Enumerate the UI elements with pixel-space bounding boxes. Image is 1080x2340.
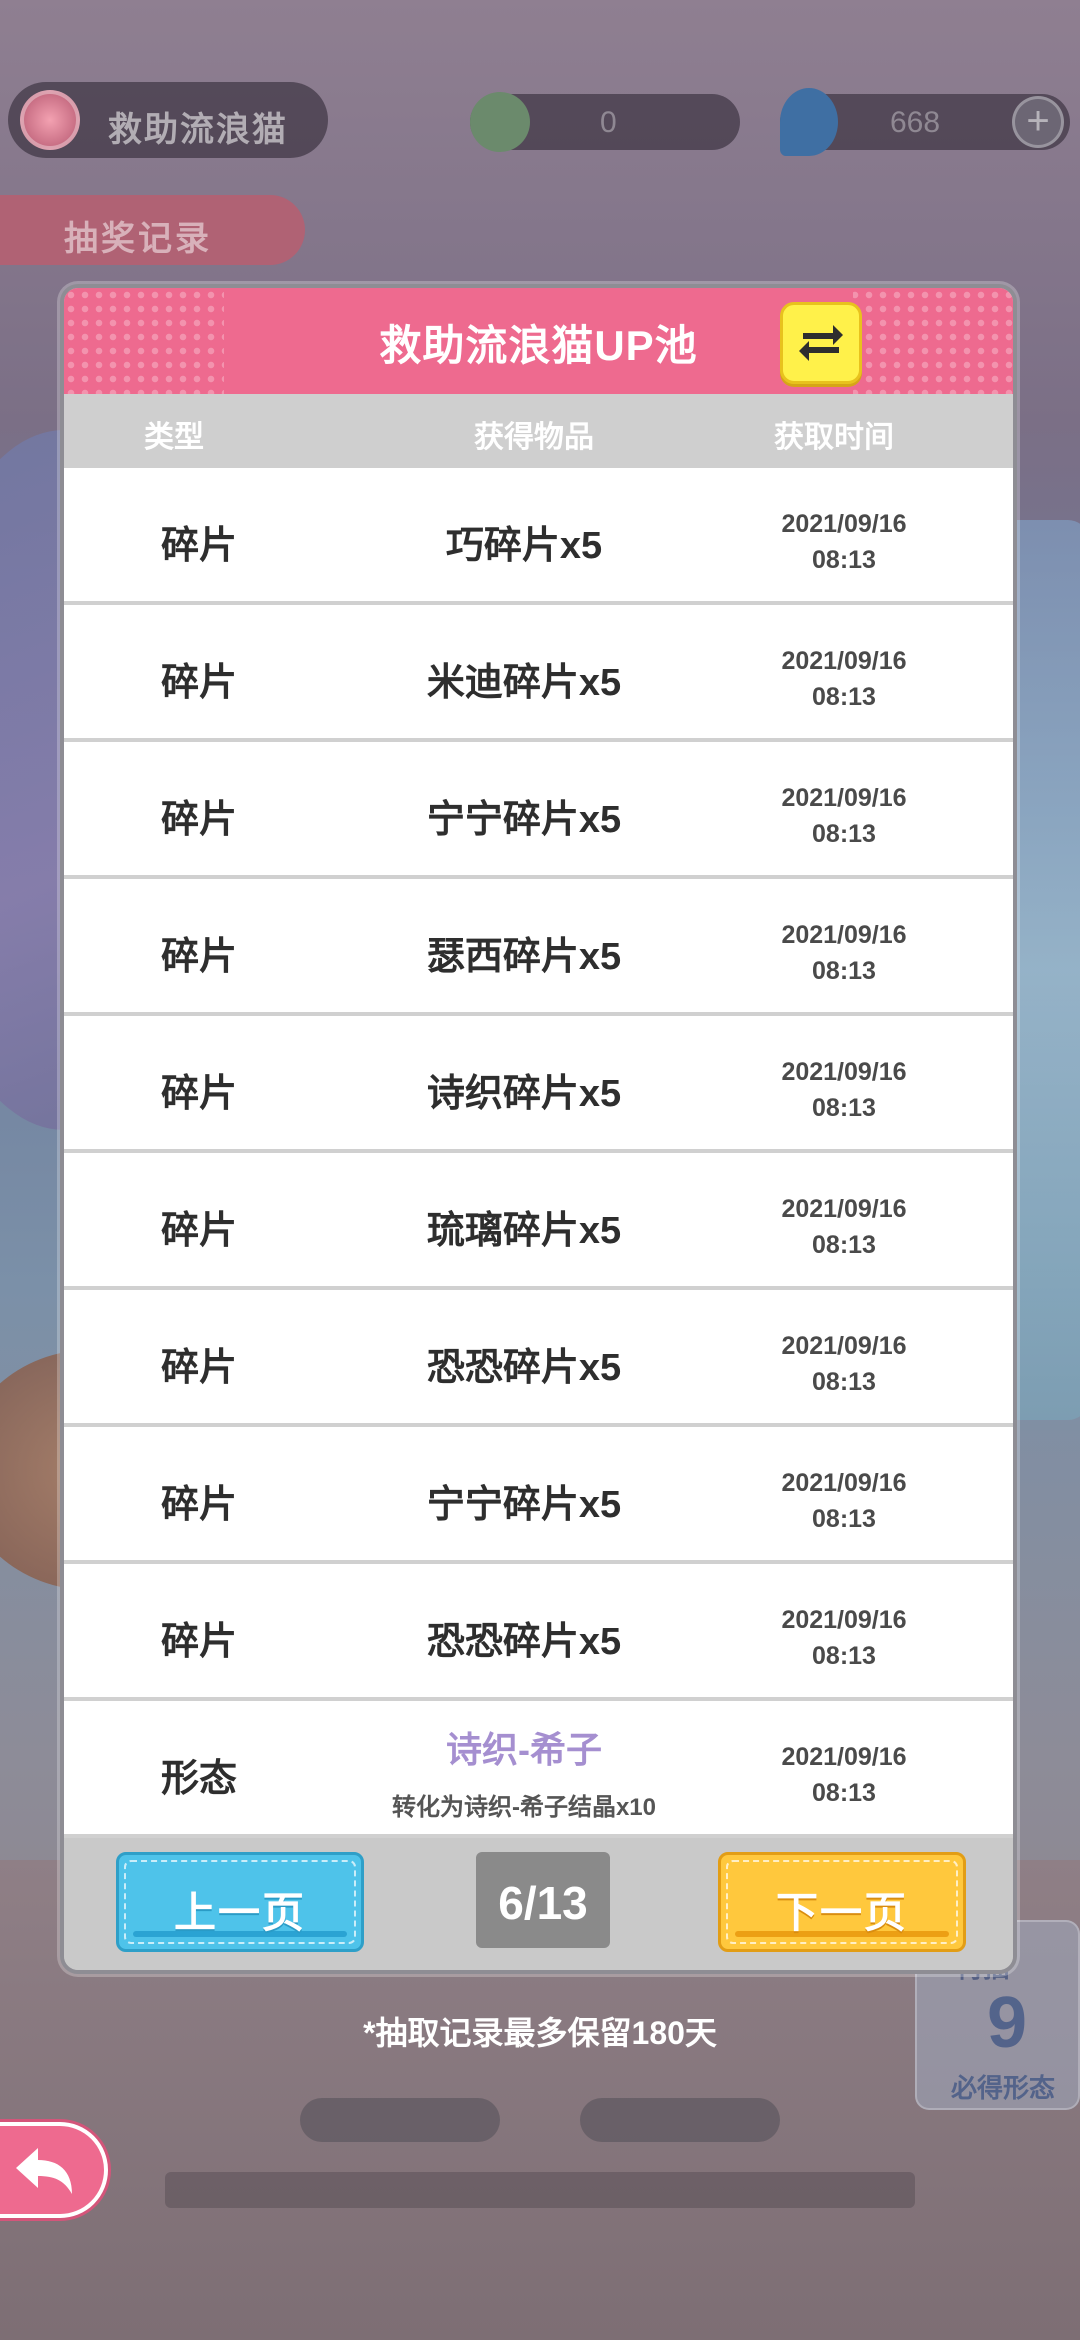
row-type: 碎片 <box>160 662 237 704</box>
row-item: 琉璃碎片x5 <box>426 1210 622 1252</box>
row-item: 宁宁碎片x5 <box>426 1484 622 1526</box>
table-header: 类型 获得物品 获取时间 <box>64 394 1013 468</box>
gem-icon <box>780 88 838 156</box>
row-type: 碎片 <box>160 936 237 978</box>
event-avatar-icon <box>20 90 80 150</box>
row-type: 碎片 <box>160 1621 237 1663</box>
switch-pool-button[interactable] <box>780 302 862 384</box>
row-time: 2021/09/16 08:13 <box>781 784 907 848</box>
table-row: 碎片 恐恐碎片x5 2021/09/16 08:13 <box>64 1290 1013 1427</box>
row-time: 2021/09/16 08:13 <box>781 921 907 985</box>
back-button[interactable] <box>0 2122 108 2218</box>
table-row: 碎片 瑟西碎片x5 2021/09/16 08:13 <box>64 879 1013 1016</box>
table-row: 碎片 宁宁碎片x5 2021/09/16 08:13 <box>64 1427 1013 1564</box>
row-time: 2021/09/16 08:13 <box>781 1743 907 1807</box>
row-item: 诗织碎片x5 <box>426 1073 622 1115</box>
row-item: 米迪碎片x5 <box>426 662 622 704</box>
row-item: 宁宁碎片x5 <box>426 799 622 841</box>
column-header-type: 类型 <box>144 421 204 454</box>
row-type: 形态 <box>160 1758 237 1800</box>
row-form-conversion: 转化为诗织-希子结晶x10 <box>391 1794 657 1821</box>
resource-counter-2[interactable]: 668 + <box>780 88 1070 156</box>
next-page-button[interactable]: 下一页 <box>718 1852 966 1952</box>
row-time: 2021/09/16 08:13 <box>781 1469 907 1533</box>
background-cost-bar <box>300 2098 500 2142</box>
page-indicator-text: 6/13 <box>498 1877 588 1929</box>
event-title: 救助流浪猫 <box>108 111 288 149</box>
resource-value-1: 0 <box>600 106 617 139</box>
row-type: 碎片 <box>160 1484 237 1526</box>
guarantee-bottom-text: 必得形态 <box>951 2073 1056 2103</box>
row-item: 恐恐碎片x5 <box>426 1621 622 1663</box>
row-type: 碎片 <box>160 799 237 841</box>
row-time: 2021/09/16 08:13 <box>781 1332 907 1396</box>
event-title-pill[interactable]: 救助流浪猫 <box>8 82 328 158</box>
table-row: 碎片 米迪碎片x5 2021/09/16 08:13 <box>64 605 1013 742</box>
row-type: 碎片 <box>160 525 237 567</box>
row-time: 2021/09/16 08:13 <box>781 510 907 574</box>
back-arrow-icon <box>16 2148 72 2194</box>
prev-page-label: 上一页 <box>173 1889 306 1936</box>
row-type: 碎片 <box>160 1210 237 1252</box>
resource-counter-1[interactable]: 0 <box>470 92 740 152</box>
table-row: 碎片 宁宁碎片x5 2021/09/16 08:13 <box>64 742 1013 879</box>
row-type: 碎片 <box>160 1073 237 1115</box>
background-cost-bar <box>580 2098 780 2142</box>
row-item: 巧碎片x5 <box>445 525 603 567</box>
dialog-title: 救助流浪猫UP池 <box>379 322 698 369</box>
pagination-bar: 上一页 6/13 下一页 <box>64 1838 1013 1970</box>
column-header-time: 获取时间 <box>774 421 894 454</box>
next-page-label: 下一页 <box>775 1889 908 1936</box>
currency-icon <box>470 92 530 152</box>
row-type: 碎片 <box>160 1347 237 1389</box>
row-item: 恐恐碎片x5 <box>426 1347 622 1389</box>
history-tab[interactable]: 抽奖记录 <box>0 195 305 265</box>
row-time: 2021/09/16 08:13 <box>781 1606 907 1670</box>
row-item: 瑟西碎片x5 <box>426 936 622 978</box>
table-row: 碎片 琉璃碎片x5 2021/09/16 08:13 <box>64 1153 1013 1290</box>
background-disclaimer <box>165 2172 915 2208</box>
draw-history-dialog: 救助流浪猫UP池 类型 获得物品 获取时间 碎片 巧碎片x5 2021/09/1… <box>60 284 1017 1974</box>
row-time: 2021/09/16 08:13 <box>781 1058 907 1122</box>
prev-page-button[interactable]: 上一页 <box>116 1852 364 1952</box>
page-indicator: 6/13 <box>476 1852 610 1948</box>
history-list[interactable]: 碎片 巧碎片x5 2021/09/16 08:13 碎片 米迪碎片x5 2021/… <box>64 468 1013 1838</box>
column-header-item: 获得物品 <box>474 421 594 454</box>
row-form-name: 诗织-希子 <box>446 1729 602 1770</box>
table-row: 碎片 恐恐碎片x5 2021/09/16 08:13 <box>64 1564 1013 1701</box>
table-row: 碎片 诗织碎片x5 2021/09/16 08:13 <box>64 1016 1013 1153</box>
row-time: 2021/09/16 08:13 <box>781 647 907 711</box>
add-currency-button[interactable]: + <box>1012 96 1064 148</box>
retention-note: *抽取记录最多保留180天 <box>363 2015 717 2051</box>
resource-value-2: 668 <box>890 106 941 139</box>
history-tab-label: 抽奖记录 <box>64 220 212 258</box>
table-row: 碎片 巧碎片x5 2021/09/16 08:13 <box>64 468 1013 605</box>
row-time: 2021/09/16 08:13 <box>781 1195 907 1259</box>
swap-arrows-icon <box>799 325 843 361</box>
table-row-form: 形态 诗织-希子 转化为诗织-希子结晶x10 2021/09/16 08:13 <box>64 1701 1013 1838</box>
